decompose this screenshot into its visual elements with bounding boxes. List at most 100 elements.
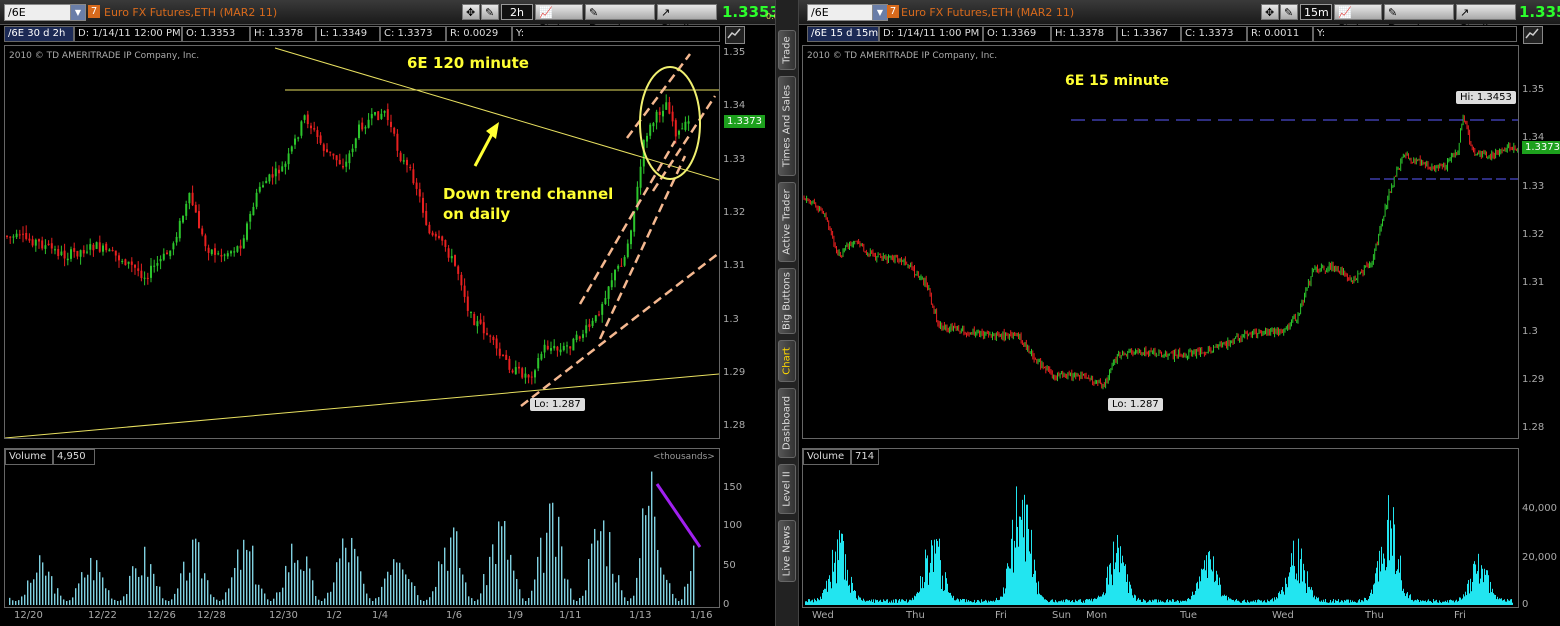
right-volume-bar [986,600,987,605]
left-link-number[interactable]: 7 [88,5,100,18]
right-volume-bar [1295,579,1296,605]
left-volume-bar [606,566,608,605]
left-candle-body [210,249,213,255]
left-volume-bar [114,599,116,605]
right-volume-bar [959,601,960,605]
right-volume-bar [1349,602,1350,605]
right-volume-bar [1247,600,1248,605]
right-volume-bar [999,599,1000,605]
right-volume-bar [933,571,934,605]
left-volume-bar [345,547,347,605]
left-candle-body [412,169,415,184]
right-volume-bar [880,599,881,605]
right-volume-bar [1035,570,1036,605]
right-volume-bar [1108,584,1109,605]
right-chart-settings-icon[interactable] [1523,26,1543,44]
left-style-button[interactable]: 📈 Style [535,4,583,35]
right-volume-bar [1512,602,1513,605]
right-info-period: /6E 15 d 15m [807,26,879,42]
right-volume-bar [900,601,901,605]
right-volume-bar [1069,600,1070,605]
right-studies-button[interactable]: ↗ Studies [1456,4,1516,35]
right-volume-bar [1418,599,1419,605]
left-drawings-button[interactable]: ✎ Drawings [585,4,655,35]
right-settings-glyph [1525,28,1539,39]
tab-trade[interactable]: Trade [778,30,796,70]
right-volume-bar [977,599,978,605]
left-symbol-input[interactable]: /6E [4,4,71,21]
left-symbol-dropdown-icon[interactable]: ▼ [70,4,86,21]
right-volume-bar [1331,602,1332,605]
left-volume-bar [600,531,602,605]
left-volume-bar [597,540,599,605]
tab-active-trader[interactable]: Active Trader [778,182,796,262]
left-volume-chart[interactable]: Volume 4,950 <thousands> [4,448,720,608]
left-candle-body [258,186,261,192]
tab-dashboard[interactable]: Dashboard [778,388,796,458]
left-volume-bar [612,573,614,605]
left-pencil-icon[interactable]: ✎ [481,4,499,20]
right-volume-bar [1211,569,1212,605]
left-price-chart[interactable]: 2010 © TD AMERITRADE IP Company, Inc. 6E… [4,45,720,439]
left-volume-bar [174,593,176,605]
right-volume-bar [1110,563,1111,605]
left-time-axis: 12/20 12/22 12/26 12/28 12/30 1/2 1/4 1/6 1/9 1/1… [4,608,718,626]
right-volume-bar [1395,574,1396,605]
tab-chart[interactable]: Chart [778,340,796,382]
left-info-period: /6E 30 d 2h [4,26,74,42]
right-volume-bar [1417,599,1418,605]
right-volume-bar [1178,600,1179,605]
right-volume-bar [935,553,936,605]
right-volume-bar [1480,578,1481,605]
right-volume-bar [962,598,963,605]
right-volume-bar [891,600,892,605]
right-volume-bar [1276,596,1277,605]
right-volume-bar [1121,563,1122,605]
right-symbol-dropdown-icon[interactable]: ▼ [872,4,888,21]
right-volume-bar [822,593,823,605]
left-volume-bar [483,574,485,605]
right-volume-bar [917,592,918,605]
right-volume-bar [906,599,907,605]
tab-live-news[interactable]: Live News [778,520,796,582]
right-drawings-button[interactable]: ✎ Drawings [1384,4,1454,35]
right-volume-chart[interactable]: Volume 714 [802,448,1519,608]
left-crosshair-icon[interactable]: ✥ [462,4,480,20]
right-symbol-input[interactable]: /6E [807,4,874,21]
right-volume-bar [1430,600,1431,605]
tab-big-buttons[interactable]: Big Buttons [778,268,796,334]
left-candle-body [89,244,92,250]
right-volume-bar [1339,602,1340,605]
right-price-chart[interactable]: 2010 © TD AMERITRADE IP Company, Inc. 6E… [802,45,1519,439]
right-volume-bar [1494,594,1495,605]
left-volume-bar [99,572,101,605]
right-volume-bar [805,601,806,605]
right-volume-bar [1138,597,1139,605]
right-pencil-icon[interactable]: ✎ [1280,4,1298,20]
right-style-button[interactable]: 📈 Style [1334,4,1382,35]
left-candle-body [652,123,655,127]
right-timeframe-button[interactable]: 15m [1300,4,1332,20]
right-volume-bar [1030,553,1031,605]
right-volume-bar [1072,599,1073,605]
right-volume-bar [1122,555,1123,605]
right-volume-bar [827,591,828,605]
left-candle-body [268,174,271,182]
right-volume-bar [1128,593,1129,605]
right-volume-bar [1258,599,1259,605]
right-volume-bar [930,562,931,605]
tab-level-ii[interactable]: Level II [778,464,796,514]
left-timeframe-button[interactable]: 2h [501,4,533,20]
left-studies-button[interactable]: ↗ Studies [657,4,717,35]
tab-times-and-sales[interactable]: Times And Sales [778,76,796,176]
right-link-number[interactable]: 7 [887,5,899,18]
left-chart-settings-icon[interactable] [725,26,745,44]
right-volume-bar [1367,600,1368,605]
right-volume-bar [1042,596,1043,605]
right-crosshair-icon[interactable]: ✥ [1261,4,1279,20]
left-candle-body [454,255,456,266]
right-volume-bar [1073,602,1074,605]
right-volume-bar [1314,595,1315,605]
right-volume-bar [1369,596,1370,605]
right-volume-bar [985,599,986,605]
